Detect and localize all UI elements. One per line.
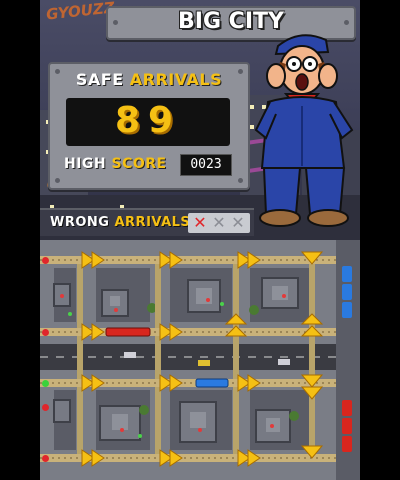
safe-label-white: SAFE [75,70,124,89]
wrong-label-white: WRONG [50,215,110,230]
signal-light-2 [42,329,49,336]
high-label-yellow: SCORE [111,156,167,172]
wrong-mark-3: ✕ [231,213,245,232]
red-train [105,327,151,337]
graffiti-top: GYOUZZ [45,0,116,24]
safe-label-yellow: ARRIVALS [129,70,223,89]
signal-light-1 [42,257,49,264]
switch-arrow [91,323,105,341]
railway-map-graphic[interactable] [40,240,360,480]
safe-arrivals-label: SAFE ARRIVALS [50,70,248,89]
wrong-marks-box: ✕ ✕ ✕ [188,213,250,233]
switch-arrow [91,449,105,467]
car-right [278,359,290,365]
top-screen: GYOUZZ BIG CITY SAFE ARRIVALS 89 HIGH SC… [40,0,360,240]
car-left [124,352,136,358]
high-score-value: 0023 [190,157,222,172]
score-panel: SAFE ARRIVALS 89 HIGH SCORE 0023 [48,62,250,190]
switch-arrow [247,251,261,269]
switch-arrow [247,374,261,392]
high-score-label: HIGH SCORE [64,156,167,172]
switch-arrow [169,323,183,341]
wrong-mark-1: ✕ [193,213,207,232]
switch-arrow [169,374,183,392]
high-label-white: HIGH [64,156,107,172]
wrong-mark-2: ✕ [212,213,226,232]
blue-arrival-platform [342,266,352,318]
signal-light-3 [42,380,49,387]
switch-arrow [91,251,105,269]
signal-light-5 [42,455,49,462]
safe-count: 89 [114,100,182,141]
car-middle [198,360,210,366]
switch-arrow [91,374,105,392]
switch-arrow [169,449,183,467]
blue-train [195,378,229,388]
high-score-display: 0023 [180,154,232,176]
stationmaster-character [254,34,354,227]
switch-arrow [169,251,183,269]
switch-arrow [247,449,261,467]
signal-light-4 [42,404,49,411]
red-arrival-platform [342,400,352,452]
wrong-arrivals-label: WRONG ARRIVALS [50,215,190,230]
safe-count-display: 89 [66,98,230,146]
railway-map[interactable] [40,240,360,480]
wrong-label-yellow: ARRIVALS [114,215,191,230]
wrong-arrivals-bar: WRONG ARRIVALS ✕ ✕ ✕ [40,208,254,236]
